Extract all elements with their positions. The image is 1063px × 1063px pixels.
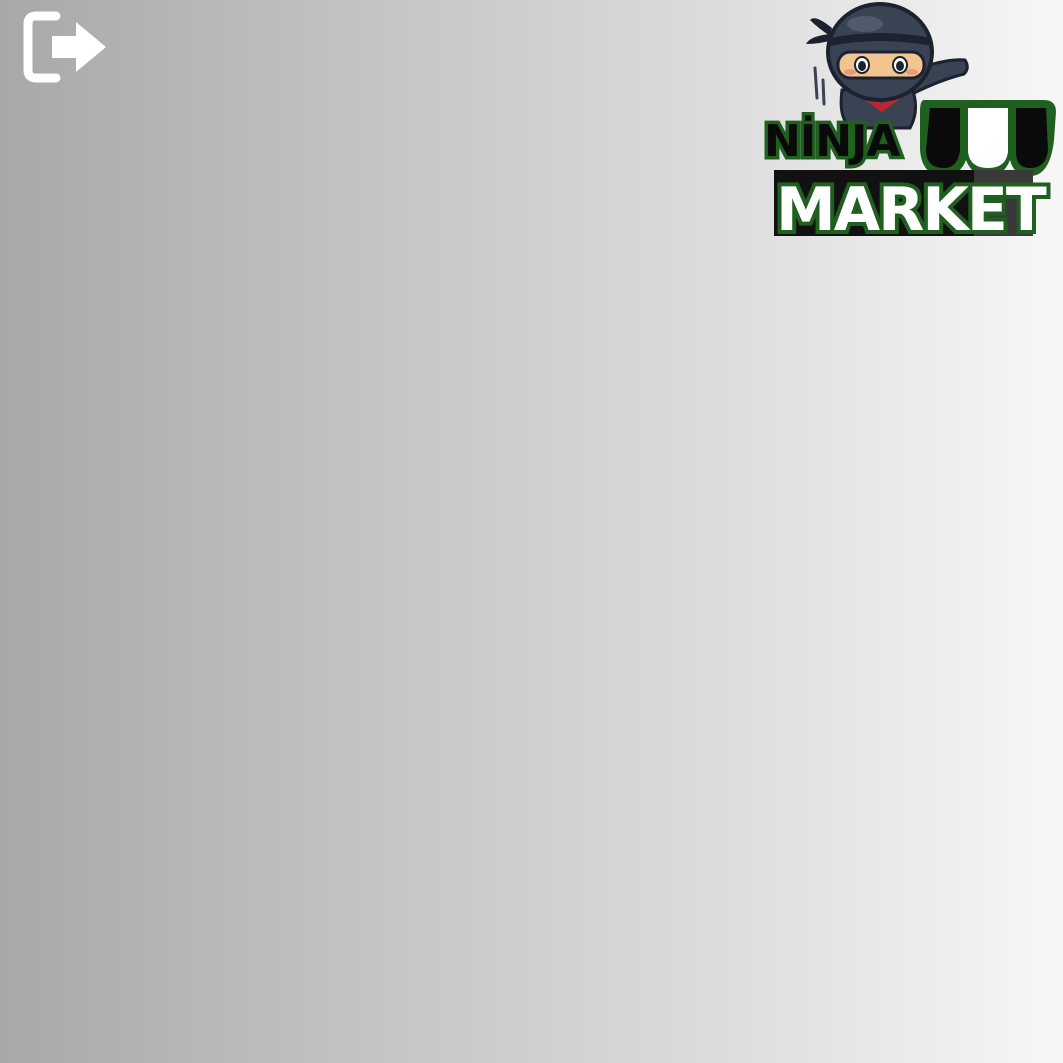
shop-awning-icon (920, 100, 1056, 176)
logo-line1: NİNJA (764, 114, 900, 167)
logout-button[interactable] (22, 10, 108, 84)
ninja-market-logo: NİNJA MARKET (760, 0, 1060, 240)
logo-line2: MARKET (776, 175, 1047, 240)
logout-icon (23, 11, 106, 83)
